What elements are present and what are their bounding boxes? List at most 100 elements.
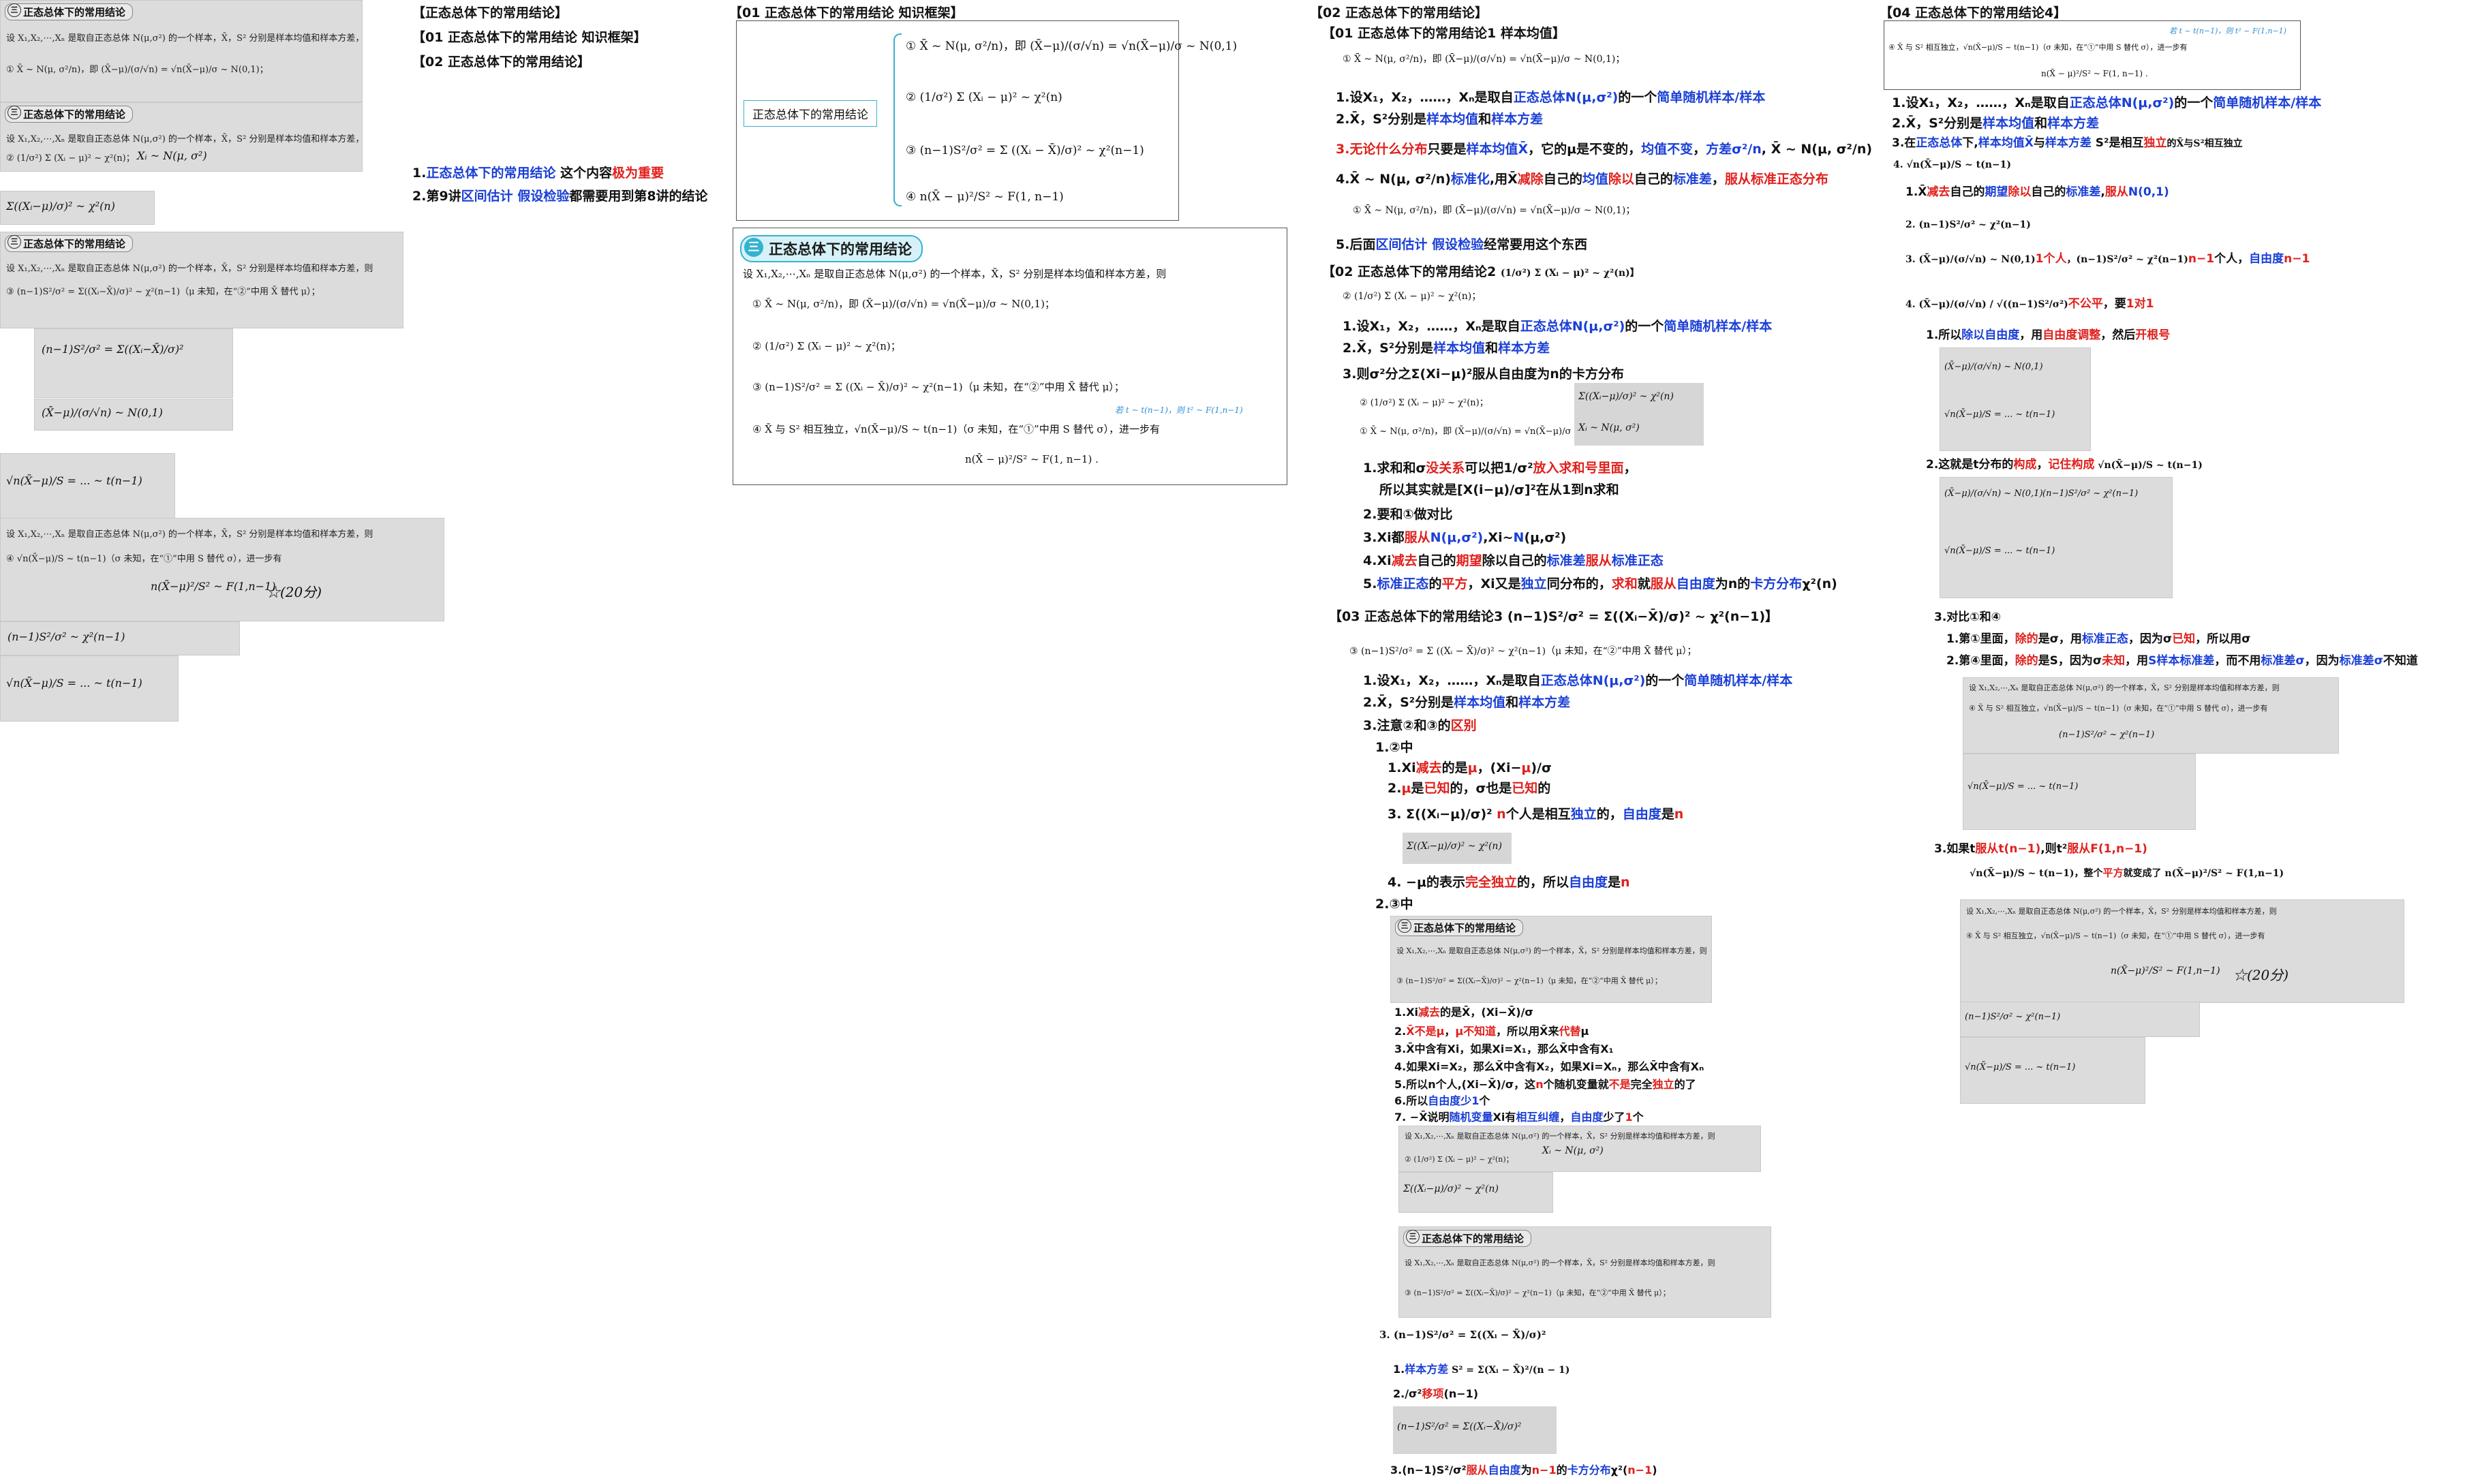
scan-title: 正态总体下的常用结论	[1403, 1230, 1532, 1247]
box-line-2: n(X̄ − μ)²/S² ~ F(1, n−1) .	[2041, 69, 2148, 78]
handwriting: (X̄−μ)/(σ/√n) ~ N(0,1)	[1944, 362, 2043, 372]
handwriting: (n−1)S²/σ² ~ χ²(n−1)	[7, 630, 125, 643]
subsection-header: 【01 正态总体下的常用结论1 样本均值】	[1322, 26, 1565, 41]
badge-label: 正态总体下的常用结论	[769, 241, 912, 258]
scan-note-c4-6: (n−1)S²/σ² ~ χ²(n−1)	[1960, 1002, 2200, 1037]
scan-text: 设 X₁,X₂,⋯,Xₙ 是取自正态总体 N(μ,σ²) 的一个样本，X̄，S²…	[6, 33, 363, 44]
scan-text: 设 X₁,X₂,⋯,Xₙ 是取自正态总体 N(μ,σ²) 的一个样本，X̄，S²…	[1969, 683, 2280, 692]
conclusion-1: ① X̄ ~ N(μ, σ²/n)，即 (X̄−μ)/(σ/√n) = √n(X…	[752, 298, 1055, 310]
framework-item-4: ④ n(X̄ − μ)²/S² ~ F(1, n−1)	[906, 190, 1064, 204]
scan-formula: ④ X̄ 与 S² 相互独立，√n(X̄−μ)/S ~ t(n−1)（σ 未知，…	[1969, 704, 2268, 713]
handwriting: (n−1)S²/σ² = Σ((Xᵢ−X̄)/σ)²	[1397, 1421, 1522, 1432]
framework-box: 正态总体下的常用结论 ① X̄ ~ N(μ, σ²/n)，即 (X̄−μ)/(σ…	[736, 20, 1237, 221]
text-line: 1.X̄减去自己的期望除以自己的标准差,服从N(0,1)	[1905, 185, 2169, 199]
handwriting: ☆(20分)	[2233, 967, 2289, 983]
handwriting-box: Σ((Xᵢ−μ)/σ)² ~ χ²(n)	[1403, 833, 1512, 864]
conclusions-badge: 三 正态总体下的常用结论	[740, 235, 923, 262]
handwriting: √n(X̄−μ)/S = ... ~ t(n−1)	[1944, 409, 2055, 420]
scan-title: 正态总体下的常用结论	[5, 235, 134, 252]
text-line: 3.如果t服从t(n−1),则t²服从F(1,n−1)	[1934, 842, 2147, 856]
text-line: 1.Xi减去的是μ，(Xi−μ)/σ	[1388, 760, 1552, 775]
formula-line: 2. (n−1)S²/σ² ~ χ²(n−1)	[1905, 219, 2031, 230]
note-line: 2.第9讲区间估计 假设检验都需要用到第8讲的结论	[412, 188, 708, 204]
scan-note-2: 正态总体下的常用结论 设 X₁,X₂,⋯,Xₙ 是取自正态总体 N(μ,σ²) …	[0, 102, 363, 172]
text-line: 2./σ²移项(n−1)	[1393, 1387, 1479, 1400]
handwriting: √n(X̄−μ)/S = ... ~ t(n−1)	[1968, 782, 2079, 792]
box-annotation: 若 t ~ t(n−1)，则 t² ~ F(1,n−1)	[2169, 27, 2286, 35]
framework-item-1: ① X̄ ~ N(μ, σ²/n)，即 (X̄−μ)/(σ/√n) = √n(X…	[906, 40, 1238, 53]
outline-item-conclusions[interactable]: 【02 正态总体下的常用结论】	[412, 52, 708, 70]
scan-note-c3-2: 设 X₁,X₂,⋯,Xₙ 是取自正态总体 N(μ,σ²) 的一个样本，X̄，S²…	[1398, 1126, 1761, 1172]
text-line: 2.X̄不是μ，μ不知道，所以用X̄来代替μ	[1394, 1025, 1589, 1038]
text-line: 1.②中	[1375, 740, 1413, 755]
formula-line: 3. (n−1)S²/σ² = Σ((Xᵢ − X̄)/σ)²	[1379, 1329, 1546, 1341]
text-line: 1.设X₁，X₂，……，Xₙ是取自正态总体N(μ,σ²)的一个简单随机样本/样本	[1343, 319, 1773, 334]
text-line: 7. −X̄说明随机变量Xi有相互纠缠，自由度少了1个	[1394, 1111, 1644, 1124]
outline-item-framework[interactable]: 【01 正态总体下的常用结论 知识框架】	[412, 27, 708, 46]
conclusion-2: ② (1/σ²) Σ (Xᵢ − μ)² ~ χ²(n)；	[752, 340, 901, 352]
handwriting: √n(X̄−μ)/S = ... ~ t(n−1)	[1944, 546, 2055, 556]
scan-text: 设 X₁,X₂,⋯,Xₙ 是取自正态总体 N(μ,σ²) 的一个样本，X̄，S²…	[1405, 1258, 1715, 1267]
text-line: 2.这就是t分布的构成，记住构成 √n(X̄−μ)/S ~ t(n−1)	[1926, 458, 2203, 472]
scan-formula: ② (1/σ²) Σ (Xᵢ − μ)² ~ χ²(n)；	[1405, 1155, 1514, 1164]
text-line: 3. (X̄−μ)/(σ/√n) ~ N(0,1)1个人，(n−1)S²/σ² …	[1905, 252, 2310, 266]
section-header: 【01 正态总体下的常用结论 知识框架】	[729, 5, 964, 20]
scan-formula: ③ (n−1)S²/σ² = Σ((Xᵢ−X̄)/σ)² ~ χ²(n−1)（μ…	[6, 287, 320, 297]
conclusion4-box: ④ X̄ 与 S² 相互独立，√n(X̄−μ)/S ~ t(n−1)（σ 未知，…	[1884, 20, 2301, 90]
framework-brace	[893, 33, 902, 206]
text-line: 3.Xi都服从N(μ,σ²),Xi~N(μ,σ²)	[1363, 530, 1567, 545]
scan-note-c4-7: √n(X̄−μ)/S = ... ~ t(n−1)	[1960, 1037, 2145, 1104]
handwriting: n(X̄−μ)²/S² ~ F(1,n−1)	[151, 580, 276, 593]
text-line: 1.设X₁，X₂，……，Xₙ是取自正态总体N(μ,σ²)的一个简单随机样本/样本	[1336, 90, 1766, 105]
text-line: 1.所以除以自由度，用自由度调整，然后开根号	[1926, 328, 2171, 342]
scan-text: 设 X₁,X₂,⋯,Xₙ 是取自正态总体 N(μ,σ²) 的一个样本，X̄，S²…	[1396, 946, 1707, 955]
conclusion-4b: n(X̄ − μ)²/S² ~ F(1, n−1) .	[965, 453, 1099, 465]
scan-note-1: 正态总体下的常用结论 设 X₁,X₂,⋯,Xₙ 是取自正态总体 N(μ,σ²) …	[0, 0, 363, 102]
text-line: 3.注意②和③的区别	[1363, 718, 1477, 733]
text-line: 4. −μ的表示完全独立的，所以自由度是n	[1388, 875, 1630, 890]
scan-note-3: Σ((Xᵢ−μ)/σ)² ~ χ²(n)	[0, 191, 155, 225]
scan-formula: ④ X̄ 与 S² 相互独立，√n(X̄−μ)/S ~ t(n−1)（σ 未知，…	[1966, 931, 2265, 940]
text-line: 2.X̄，S²分别是样本均值和样本方差	[1363, 695, 1571, 710]
handwriting: √n(X̄−μ)/S = ... ~ t(n−1)	[6, 677, 142, 690]
handwriting: √n(X̄−μ)/S = ... ~ t(n−1)	[1965, 1062, 2076, 1072]
text-line: 5.所以n个人,(Xi−X̄)/σ，这n个随机变量就不是完全独立的了	[1394, 1078, 1696, 1091]
scan-text: 设 X₁,X₂,⋯,Xₙ 是取自正态总体 N(μ,σ²) 的一个样本，X̄，S²…	[6, 264, 373, 274]
text-line: 2.第④里面，除的是S，因为σ未知，用S样本标准差，而不用标准差σ，因为标准差σ…	[1946, 654, 2418, 668]
box-line-1: ④ X̄ 与 S² 相互独立，√n(X̄−μ)/S ~ t(n−1)（σ 未知，…	[1888, 43, 2188, 52]
scan-formula: ① X̄ ~ N(μ, σ²/n)，即 (X̄−μ)/(σ/√n) = √n(X…	[6, 65, 269, 75]
handwriting: Σ((Xᵢ−μ)/σ)² ~ χ²(n)	[6, 200, 115, 213]
subsection-header: 【02 正态总体下的常用结论2 (1/σ²) Σ (Xᵢ − μ)² ~ χ²(…	[1322, 264, 1640, 279]
text-line: 1.设X₁，X₂，……，Xₙ是取自正态总体N(μ,σ²)的一个简单随机样本/样本	[1363, 673, 1793, 688]
text-line: 2.X̄，S²分别是样本均值和样本方差	[1343, 341, 1550, 356]
formula-line: ② (1/σ²) Σ (Xᵢ − μ)² ~ χ²(n)；	[1343, 291, 1482, 302]
text-line: 5.标准正态的平方，Xi又是独立同分布的，求和就服从自由度为n的卡方分布χ²(n…	[1363, 576, 1837, 591]
scan-note-c4-5: 设 X₁,X₂,⋯,Xₙ 是取自正态总体 N(μ,σ²) 的一个样本，X̄，S²…	[1960, 899, 2404, 1003]
scan-note-5: (n−1)S²/σ² = Σ((Xᵢ−X̄)/σ)²	[34, 328, 233, 398]
scan-note-7: √n(X̄−μ)/S = ... ~ t(n−1)	[0, 453, 175, 526]
formula-line: ③ (n−1)S²/σ² = Σ ((Xᵢ − X̄)/σ)² ~ χ²(n−1…	[1349, 646, 1697, 657]
scan-formula: ④ √n(X̄−μ)/S ~ t(n−1)（σ 未知，在“①”中用 S 替代 σ…	[6, 554, 282, 564]
scan-note-6: (X̄−μ)/(σ/√n) ~ N(0,1)	[34, 399, 233, 431]
scan-formula: ③ (n−1)S²/σ² = Σ((Xᵢ−X̄)/σ)² ~ χ²(n−1)（μ…	[1396, 976, 1662, 985]
text-line: 1.Xi减去的是X̄，(Xi−X̄)/σ	[1394, 1006, 1533, 1019]
scan-formula: ③ (n−1)S²/σ² = Σ((Xᵢ−X̄)/σ)² ~ χ²(n−1)（μ…	[1405, 1288, 1670, 1297]
text-line: 3.对比①和④	[1934, 610, 2002, 624]
text-line: 所以其实就是[X(i−μ)/σ]²在从1到n求和	[1379, 482, 1619, 497]
scan-text: 设 X₁,X₂,⋯,Xₙ 是取自正态总体 N(μ,σ²) 的一个样本，X̄，S²…	[1405, 1132, 1715, 1141]
scan-note-c3-4: 正态总体下的常用结论 设 X₁,X₂,⋯,Xₙ 是取自正态总体 N(μ,σ²) …	[1398, 1226, 1771, 1318]
scan-note-4: 正态总体下的常用结论 设 X₁,X₂,⋯,Xₙ 是取自正态总体 N(μ,σ²) …	[0, 232, 403, 328]
column-outline: 【正态总体下的常用结论】 【01 正态总体下的常用结论 知识框架】 【02 正态…	[412, 3, 708, 205]
conclusions-box: 三 正态总体下的常用结论 设 X₁,X₂,⋯,Xₙ 是取自正态总体 N(μ,σ²…	[733, 228, 1287, 485]
scan-note-c4-1: (X̄−μ)/(σ/√n) ~ N(0,1) √n(X̄−μ)/S = ... …	[1940, 347, 2091, 451]
scan-note-8: 设 X₁,X₂,⋯,Xₙ 是取自正态总体 N(μ,σ²) 的一个样本，X̄，S²…	[0, 518, 444, 621]
scan-note-9: (n−1)S²/σ² ~ χ²(n−1)	[0, 621, 240, 655]
framework-label: 正态总体下的常用结论	[744, 100, 877, 127]
handwriting: (X̄−μ)/(σ/√n) ~ N(0,1)	[42, 406, 163, 419]
scan-text: 设 X₁,X₂,⋯,Xₙ 是取自正态总体 N(μ,σ²) 的一个样本，X̄，S²…	[6, 134, 363, 144]
handwriting: (n−1)S²/σ² ~ χ²(n−1)	[2042, 489, 2139, 499]
text-line: 2.X̄，S²分别是样本均值和样本方差	[1892, 116, 2100, 131]
conclusion-4: ④ X̄ 与 S² 相互独立，√n(X̄−μ)/S ~ t(n−1)（σ 未知，…	[752, 423, 1161, 435]
handwriting-box: (n−1)S²/σ² = Σ((Xᵢ−X̄)/σ)²	[1393, 1406, 1557, 1454]
handwriting: Xᵢ ~ N(μ, σ²)	[1542, 1145, 1604, 1156]
